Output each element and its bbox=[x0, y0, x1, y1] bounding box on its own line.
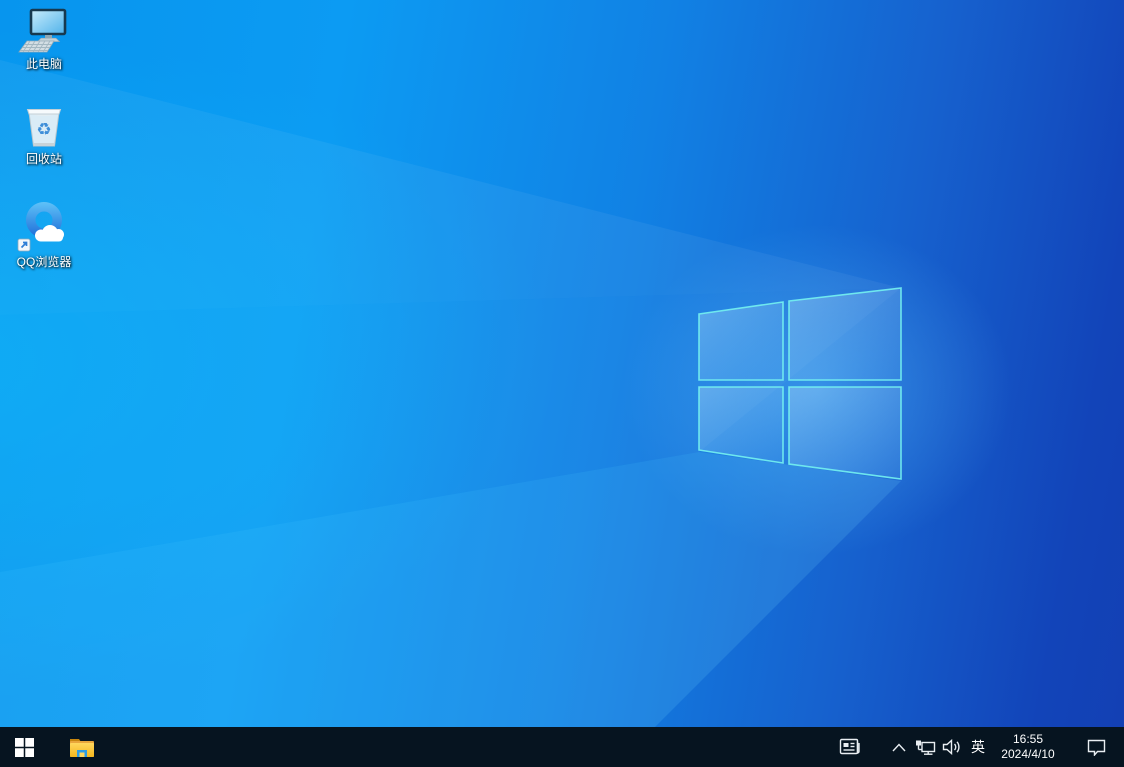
windows-desktop: 此电脑 ♻ 回收站 bbox=[0, 0, 1124, 767]
clock-button[interactable]: 16:55 2024/4/10 bbox=[990, 727, 1066, 767]
desktop-icon-label: QQ浏览器 bbox=[17, 255, 72, 269]
file-explorer-button[interactable] bbox=[60, 727, 104, 767]
newspaper-icon bbox=[839, 738, 861, 756]
shortcut-arrow-overlay bbox=[18, 239, 30, 251]
windows-logo-icon bbox=[0, 0, 1124, 727]
show-hidden-icons-button[interactable] bbox=[886, 727, 912, 767]
language-indicator-button[interactable]: 英 bbox=[966, 727, 990, 767]
clock-date: 2024/4/10 bbox=[1001, 747, 1054, 762]
recycle-bin-icon: ♻ bbox=[19, 101, 69, 151]
recycle-symbol-glyph: ♻ bbox=[36, 120, 51, 139]
speaker-waves-icon bbox=[942, 739, 962, 755]
qq-browser-ring-cloud-icon bbox=[15, 196, 73, 254]
desktop-icon-qq-browser[interactable]: QQ浏览器 bbox=[5, 196, 83, 269]
taskbar: 英 16:55 2024/4/10 bbox=[0, 727, 1124, 767]
desktop-icon-this-pc[interactable]: 此电脑 bbox=[5, 8, 83, 71]
computer-monitor-keyboard-icon bbox=[18, 8, 70, 56]
volume-button[interactable] bbox=[938, 727, 966, 767]
system-tray: 英 16:55 2024/4/10 bbox=[830, 727, 1116, 767]
desktop-icon-recycle-bin[interactable]: ♻ 回收站 bbox=[5, 101, 83, 166]
desktop-icon-label: 此电脑 bbox=[26, 57, 62, 71]
windows-flag-icon bbox=[15, 738, 34, 757]
desktop-icon-label: 回收站 bbox=[26, 152, 62, 166]
ethernet-monitor-icon bbox=[914, 739, 936, 756]
desktop-wallpaper bbox=[0, 0, 1124, 727]
chevron-up-icon bbox=[892, 743, 906, 752]
news-and-interests-button[interactable] bbox=[830, 727, 870, 767]
clock-time: 16:55 bbox=[1013, 732, 1043, 747]
action-center-button[interactable] bbox=[1076, 727, 1116, 767]
network-button[interactable] bbox=[912, 727, 938, 767]
language-indicator-label: 英 bbox=[971, 737, 985, 757]
notification-bubble-icon bbox=[1087, 739, 1106, 756]
folder-icon bbox=[69, 736, 95, 758]
start-button[interactable] bbox=[0, 727, 48, 767]
